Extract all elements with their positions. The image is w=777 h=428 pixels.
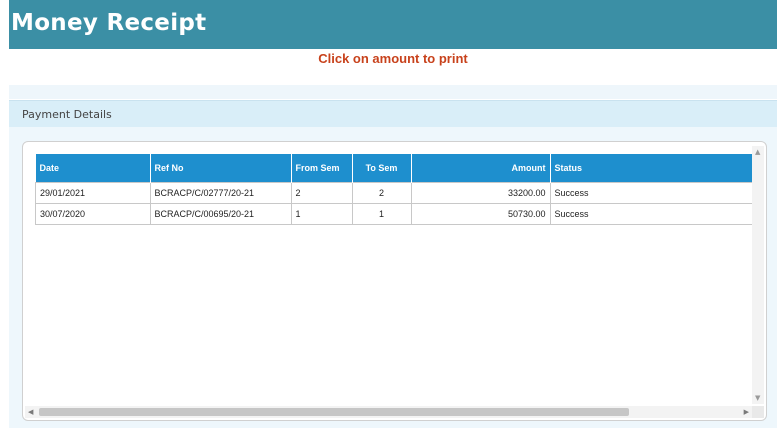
triangle-down-icon[interactable]: ▼	[755, 394, 760, 402]
print-hint: Click on amount to print	[318, 51, 468, 66]
horizontal-scroll-thumb[interactable]	[39, 408, 629, 416]
column-header-ref-no[interactable]: Ref No	[150, 154, 292, 183]
cell-status: Success	[549, 203, 758, 225]
cell-date: 29/01/2021	[35, 182, 151, 204]
cell-from-sem: 2	[290, 182, 353, 204]
triangle-right-icon[interactable]: ▶	[744, 408, 749, 416]
cell-from-sem: 1	[290, 203, 353, 225]
page: Money Receipt Click on amount to print P…	[0, 0, 777, 428]
triangle-left-icon[interactable]: ◀	[28, 408, 33, 416]
cell-date: 30/07/2020	[35, 203, 151, 225]
payment-grid-frame: Date Ref No From Sem To Sem Amount Statu…	[22, 141, 767, 421]
cell-status: Success	[549, 182, 758, 204]
cell-ref-no: BCRACP/C/02777/20-21	[149, 182, 292, 204]
column-header-to-sem[interactable]: To Sem	[352, 154, 412, 183]
panel-header: Payment Details	[9, 100, 777, 127]
amount-link[interactable]: 50730.00	[410, 203, 551, 225]
payment-table: Date Ref No From Sem To Sem Amount Statu…	[35, 154, 758, 225]
table-row: 30/07/2020 BCRACP/C/00695/20-21 1 1 5073…	[35, 203, 758, 225]
amount-link[interactable]: 33200.00	[410, 182, 551, 204]
table-row: 29/01/2021 BCRACP/C/02777/20-21 2 2 3320…	[35, 182, 758, 204]
spacer-band	[9, 85, 777, 99]
cell-ref-no: BCRACP/C/00695/20-21	[149, 203, 292, 225]
triangle-up-icon[interactable]: ▲	[755, 148, 760, 156]
horizontal-scrollbar[interactable]: ◀ ▶	[25, 406, 752, 418]
page-title: Money Receipt	[11, 10, 207, 36]
scrollbar-corner	[752, 406, 764, 418]
cell-to-sem: 2	[351, 182, 412, 204]
column-header-status[interactable]: Status	[550, 154, 758, 183]
table-header-row: Date Ref No From Sem To Sem Amount Statu…	[35, 154, 758, 183]
column-header-from-sem[interactable]: From Sem	[291, 154, 353, 183]
panel-title: Payment Details	[22, 108, 112, 121]
column-header-date[interactable]: Date	[35, 154, 151, 183]
page-header: Money Receipt	[9, 0, 777, 49]
column-header-amount[interactable]: Amount	[411, 154, 551, 183]
cell-to-sem: 1	[351, 203, 412, 225]
vertical-scrollbar[interactable]: ▲ ▼	[752, 146, 764, 404]
